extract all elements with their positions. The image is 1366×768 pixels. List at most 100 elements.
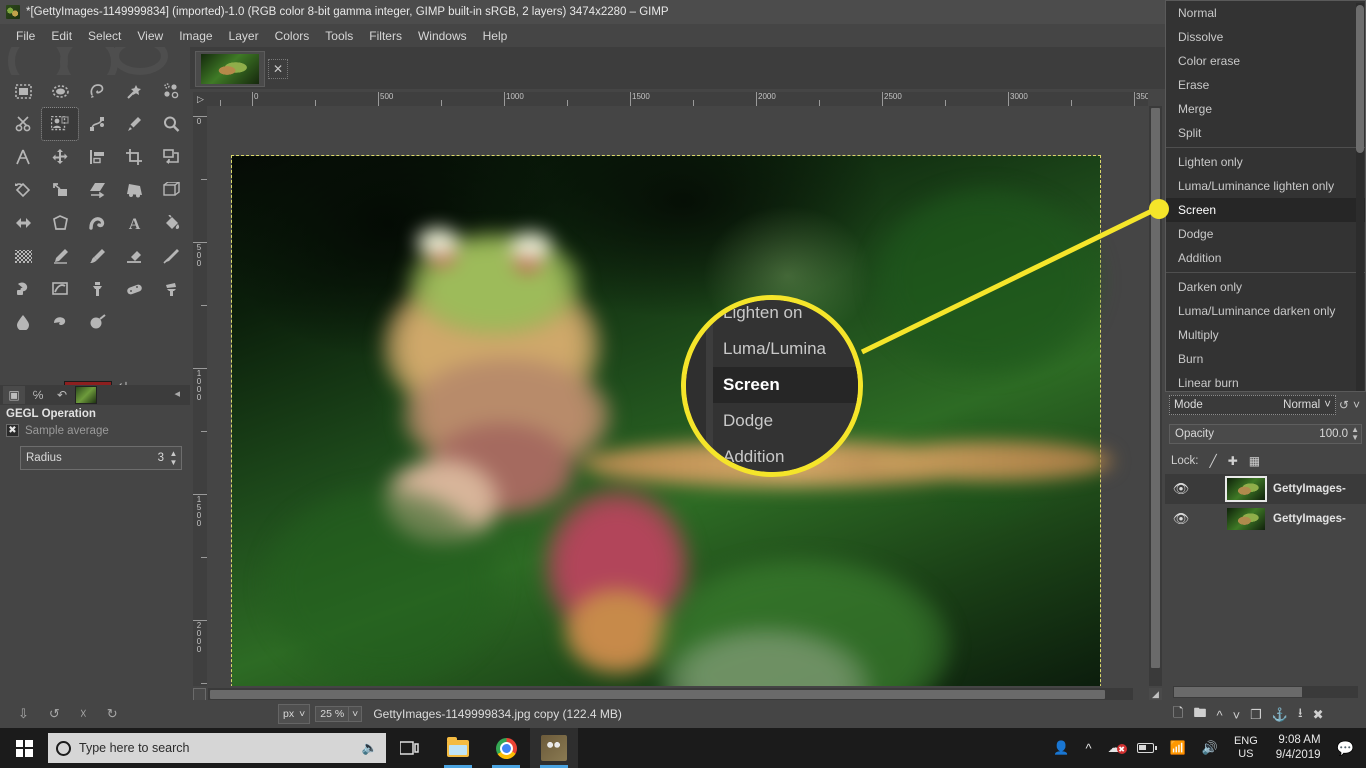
layer-mode-extras[interactable]: ↺ ˅ bbox=[1339, 398, 1362, 412]
raise-layer-icon[interactable]: ^ bbox=[1216, 708, 1222, 723]
flip-tool[interactable] bbox=[5, 207, 41, 239]
heal-tool[interactable] bbox=[116, 273, 152, 305]
blend-mode-option-addition[interactable]: Addition bbox=[1166, 246, 1365, 270]
canvas-viewport[interactable] bbox=[208, 106, 1148, 686]
blend-mode-option-lighten-only[interactable]: Lighten only bbox=[1166, 150, 1365, 174]
notification-icon[interactable]: 💬 bbox=[1331, 740, 1366, 757]
smudge-tool[interactable] bbox=[42, 306, 78, 338]
scrollbar-thumb[interactable] bbox=[1151, 108, 1160, 668]
horizontal-ruler[interactable]: 0 500 1000 1500 2000 2500 3000 3500 bbox=[208, 92, 1148, 106]
blend-mode-option-color-erase[interactable]: Color erase bbox=[1166, 49, 1365, 73]
scale-tool[interactable] bbox=[42, 174, 78, 206]
scrollbar-thumb[interactable] bbox=[1356, 5, 1364, 153]
radius-spinner[interactable]: Radius 3 ▲ ▼ bbox=[20, 446, 182, 470]
unit-selector[interactable]: px ˅ bbox=[278, 704, 311, 724]
save-icon[interactable]: ⇩ bbox=[18, 706, 29, 722]
new-layer-group-icon[interactable]: 🖿 bbox=[1193, 704, 1206, 726]
lock-alpha-icon[interactable]: ▦ bbox=[1249, 454, 1260, 468]
menu-file[interactable]: File bbox=[8, 27, 43, 45]
blend-mode-option-linear-burn[interactable]: Linear burn bbox=[1166, 371, 1365, 395]
reset-mode-icon[interactable]: ↺ bbox=[1339, 398, 1349, 412]
free-select-tool[interactable] bbox=[79, 75, 115, 107]
paintbrush-tool[interactable] bbox=[79, 240, 115, 272]
foreground-select-tool[interactable] bbox=[41, 107, 79, 141]
scissors-select-tool[interactable] bbox=[5, 108, 41, 140]
blend-mode-option-multiply[interactable]: Multiply bbox=[1166, 323, 1365, 347]
select-by-color-tool[interactable] bbox=[153, 75, 189, 107]
blend-mode-option-luma-darken[interactable]: Luma/Luminance darken only bbox=[1166, 299, 1365, 323]
new-layer-icon[interactable]: 🗋 bbox=[1173, 704, 1183, 726]
redo-icon[interactable]: ↻ bbox=[107, 706, 118, 722]
clone-tool[interactable] bbox=[79, 273, 115, 305]
airbrush-tool[interactable] bbox=[153, 240, 189, 272]
vertical-ruler[interactable]: 0 500 1000 1500 2000 bbox=[193, 106, 207, 686]
dropdown-scrollbar[interactable] bbox=[1356, 3, 1364, 391]
lock-pixels-icon[interactable]: ╱ bbox=[1210, 454, 1217, 468]
align-tool[interactable] bbox=[79, 141, 115, 173]
layer-horizontal-scrollbar[interactable] bbox=[1173, 686, 1358, 698]
cancel-icon[interactable]: ☓ bbox=[80, 706, 87, 722]
scrollbar-thumb[interactable] bbox=[210, 690, 1105, 699]
chevron-up-icon[interactable]: ^ bbox=[1077, 741, 1099, 756]
blend-mode-option-dissolve[interactable]: Dissolve bbox=[1166, 25, 1365, 49]
blend-mode-option-erase[interactable]: Erase bbox=[1166, 73, 1365, 97]
menu-edit[interactable]: Edit bbox=[43, 27, 80, 45]
image-tab[interactable] bbox=[195, 51, 265, 87]
zoom-tool[interactable] bbox=[153, 108, 189, 140]
eraser-tool[interactable] bbox=[116, 240, 152, 272]
bucket-fill-tool[interactable] bbox=[153, 207, 189, 239]
layer-visibility-icon[interactable]: 👁 bbox=[1165, 511, 1197, 527]
mypaint-brush-tool[interactable] bbox=[42, 273, 78, 305]
3d-transform-tool[interactable] bbox=[153, 174, 189, 206]
revert-icon[interactable]: ↺ bbox=[49, 706, 60, 722]
layer-visibility-icon[interactable]: 👁 bbox=[1165, 481, 1197, 497]
menu-filters[interactable]: Filters bbox=[361, 27, 410, 45]
taskbar-search-input[interactable]: Type here to search 🔈 bbox=[48, 733, 386, 763]
perspective-clone-tool[interactable] bbox=[153, 273, 189, 305]
lock-position-icon[interactable]: ✚ bbox=[1228, 454, 1238, 468]
sample-average-checkbox[interactable]: ✖ bbox=[6, 424, 19, 437]
layer-row[interactable]: 👁 GettyImages- bbox=[1165, 504, 1366, 534]
undo-history-tab[interactable]: ↶ bbox=[51, 386, 73, 404]
mic-icon[interactable]: 🔈 bbox=[362, 740, 378, 756]
perspective-tool[interactable] bbox=[116, 174, 152, 206]
gradient-tool[interactable] bbox=[5, 240, 41, 272]
measure-tool[interactable] bbox=[5, 141, 41, 173]
shear-tool[interactable] bbox=[79, 174, 115, 206]
paths-tool[interactable] bbox=[79, 108, 115, 140]
lower-layer-icon[interactable]: ˅ bbox=[1233, 708, 1241, 723]
opacity-slider[interactable]: Opacity 100.0 ▲ ▼ bbox=[1169, 424, 1362, 444]
menu-layer[interactable]: Layer bbox=[221, 27, 267, 45]
pencil-tool[interactable] bbox=[42, 240, 78, 272]
blend-mode-option-split[interactable]: Split bbox=[1166, 121, 1365, 145]
blend-mode-option-merge[interactable]: Merge bbox=[1166, 97, 1365, 121]
tool-options-tab[interactable]: ▣ bbox=[3, 386, 25, 404]
sample-average-row[interactable]: ✖ Sample average bbox=[0, 422, 190, 439]
scrollbar-thumb[interactable] bbox=[1174, 687, 1302, 697]
radius-stepper[interactable]: ▲ ▼ bbox=[168, 449, 181, 467]
blur-sharpen-tool[interactable] bbox=[5, 306, 41, 338]
dodge-burn-tool[interactable] bbox=[79, 306, 115, 338]
blend-mode-option-normal[interactable]: Normal bbox=[1166, 1, 1365, 25]
menu-colors[interactable]: Colors bbox=[267, 27, 318, 45]
blend-mode-dropdown[interactable]: Normal Dissolve Color erase Erase Merge … bbox=[1165, 0, 1366, 392]
duplicate-layer-icon[interactable]: ❐ bbox=[1250, 707, 1262, 723]
menu-tools[interactable]: Tools bbox=[317, 27, 361, 45]
clock[interactable]: 9:08 AM 9/4/2019 bbox=[1266, 733, 1331, 763]
blend-mode-option-burn[interactable]: Burn bbox=[1166, 347, 1365, 371]
chrome-icon[interactable] bbox=[482, 728, 530, 768]
wifi-icon[interactable]: 📶 bbox=[1162, 740, 1194, 756]
text-tool[interactable]: A bbox=[116, 207, 152, 239]
close-icon[interactable]: ✕ bbox=[268, 59, 288, 79]
blend-mode-option-darken-only[interactable]: Darken only bbox=[1166, 275, 1365, 299]
language-indicator[interactable]: ENG US bbox=[1226, 735, 1266, 761]
zoom-selector[interactable]: 25 % ˅ bbox=[315, 704, 363, 724]
delete-layer-icon[interactable]: ✖ bbox=[1313, 707, 1324, 723]
menu-select[interactable]: Select bbox=[80, 27, 129, 45]
volume-icon[interactable]: 🔊 bbox=[1194, 740, 1226, 756]
chevron-down-icon[interactable]: ˅ bbox=[1353, 398, 1360, 412]
menu-help[interactable]: Help bbox=[475, 27, 516, 45]
blend-mode-option-screen[interactable]: Screen bbox=[1166, 198, 1365, 222]
task-view-icon[interactable] bbox=[386, 728, 434, 768]
menu-view[interactable]: View bbox=[129, 27, 171, 45]
